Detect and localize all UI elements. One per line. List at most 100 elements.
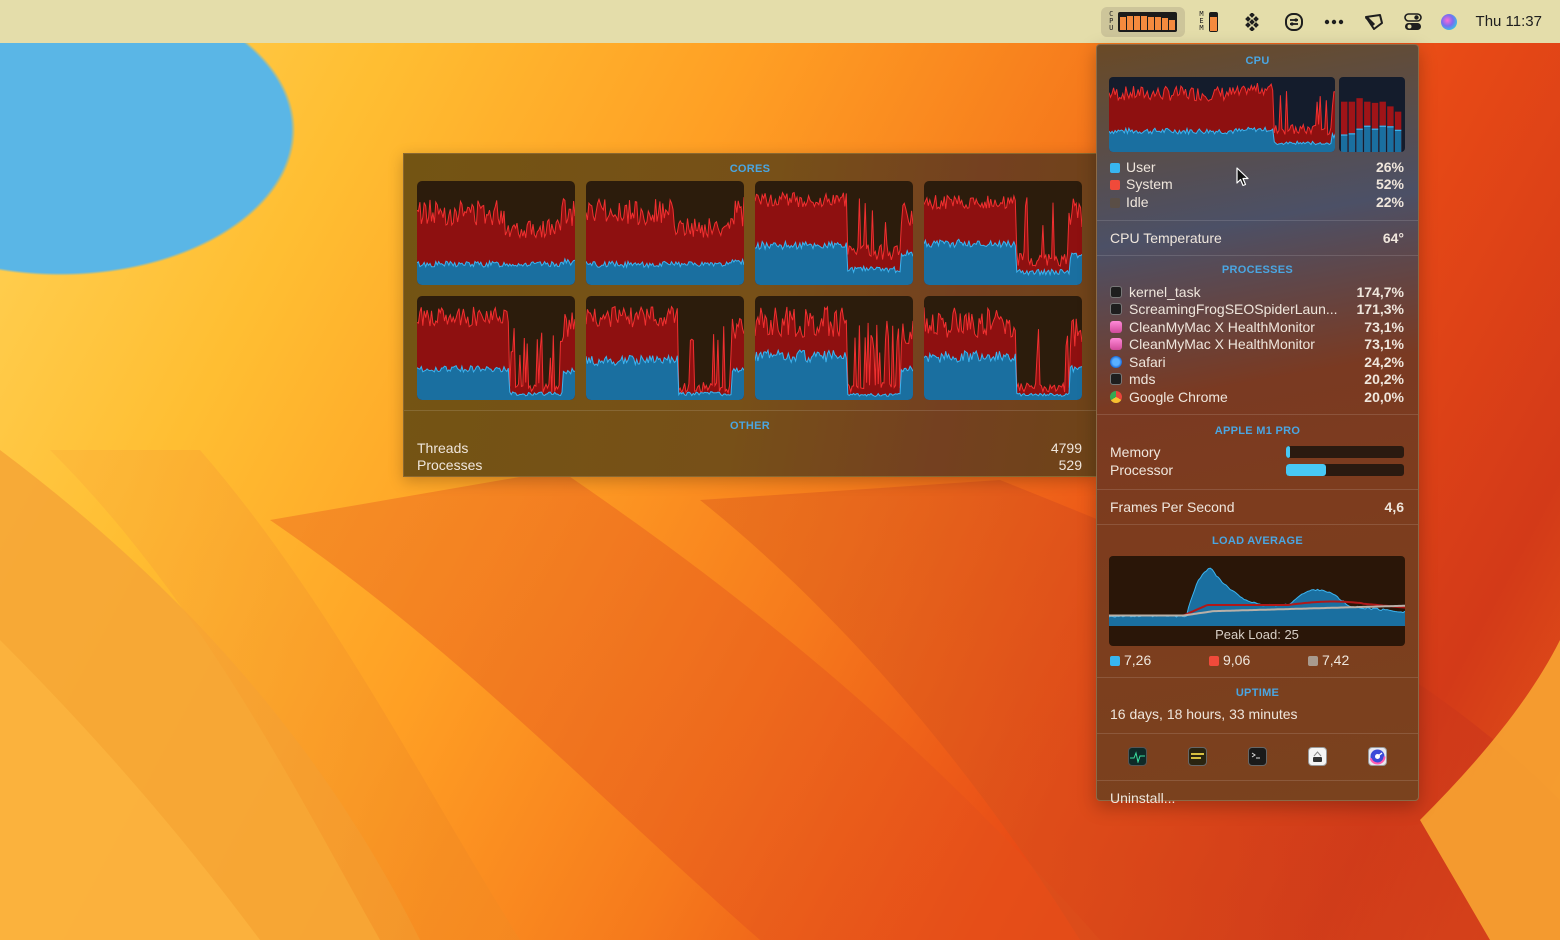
uptime-section-title: UPTIME xyxy=(1235,686,1280,699)
load-5min-swatch xyxy=(1209,655,1219,666)
core-bar-user xyxy=(1364,125,1371,152)
process-cpu-value: 171,3% xyxy=(1356,301,1404,318)
load-1min-value: 7,26 xyxy=(1124,651,1152,668)
processes-row: Processes 529 xyxy=(404,457,1096,475)
cpu-graphs xyxy=(1097,77,1418,152)
cpu-label-u: U xyxy=(1109,24,1114,32)
siri-button[interactable] xyxy=(1440,8,1458,36)
load-1min-swatch xyxy=(1110,655,1120,666)
uptime-value: 16 days, 18 hours, 33 minutes xyxy=(1110,705,1298,722)
core-bar-user-top xyxy=(1364,125,1371,127)
cleanmymac-icon xyxy=(1110,338,1122,351)
cpu-core-meter-bar xyxy=(1120,16,1127,30)
load-5min-value: 9,06 xyxy=(1223,651,1251,668)
core-bar-user-top xyxy=(1379,125,1387,127)
memory-menu-extra[interactable]: M E M xyxy=(1199,8,1218,36)
core-chart-svg xyxy=(924,306,1082,400)
core-chart-2 xyxy=(586,181,744,285)
core-bar-user-top xyxy=(1372,128,1379,130)
mem-label: M E M xyxy=(1199,11,1203,32)
activity-monitor-icon xyxy=(1129,750,1145,763)
tap-icon xyxy=(1364,13,1383,30)
gpu-processor-row: Processor xyxy=(1097,461,1418,479)
process-name-wrap: CleanMyMac X HealthMonitor xyxy=(1110,336,1315,352)
process-name-wrap: kernel_task xyxy=(1110,284,1201,300)
cpu-core-meter-bar xyxy=(1127,16,1134,30)
gpu-memory-bar xyxy=(1286,446,1404,459)
core-chart-8 xyxy=(924,296,1082,400)
cpu-temperature-label: CPU Temperature xyxy=(1110,230,1222,246)
process-row[interactable]: Safari 24,2% xyxy=(1097,353,1418,371)
cpu-core-meter-bar xyxy=(1141,16,1148,30)
core-chart-svg xyxy=(417,306,575,400)
console-button[interactable] xyxy=(1187,747,1207,766)
fps-label: Frames Per Second xyxy=(1110,498,1235,515)
cpu-section-title: CPU xyxy=(1245,55,1270,67)
cores-window: CORES OTHER Threads 4799 Processes 529 xyxy=(403,153,1097,477)
cpu-core-meter-bar xyxy=(1134,15,1141,30)
dropbox-menu-extra[interactable] xyxy=(1244,8,1260,36)
more-menu-extra[interactable] xyxy=(1324,8,1344,36)
cpu-core-bars xyxy=(1339,77,1405,152)
terminal-button[interactable] xyxy=(1247,747,1267,766)
process-row[interactable]: Google Chrome 20,0% xyxy=(1097,388,1418,406)
core-chart-4 xyxy=(924,181,1082,285)
process-row[interactable]: CleanMyMac X HealthMonitor 73,1% xyxy=(1097,336,1418,354)
cpu-legend: User 26% System 52% Idle 22% xyxy=(1097,152,1418,220)
load-15min: 7,42 xyxy=(1308,652,1349,677)
load-average-svg xyxy=(1109,567,1405,626)
load-1min-area xyxy=(1109,567,1405,626)
terminal-icon xyxy=(1110,285,1122,298)
core-chart-svg xyxy=(755,305,913,400)
other-stats: Threads 4799 Processes 529 xyxy=(404,439,1096,474)
gpu-stats: Memory Processor xyxy=(1097,444,1418,479)
process-name: Safari xyxy=(1129,353,1166,370)
istat-button[interactable] xyxy=(1368,747,1388,766)
menu-bar-clock[interactable]: Thu 11:37 xyxy=(1476,13,1542,30)
process-name-wrap: mds xyxy=(1110,371,1155,387)
memory-meter-icon xyxy=(1208,11,1218,32)
process-cpu-value: 73,1% xyxy=(1364,318,1404,335)
activity-monitor-button[interactable] xyxy=(1127,747,1147,766)
core-bar-user xyxy=(1395,129,1402,152)
core-chart-5 xyxy=(417,296,575,400)
tap-menu-extra[interactable] xyxy=(1364,8,1384,36)
process-cpu-value: 73,1% xyxy=(1364,336,1404,353)
mem-label-m2: M xyxy=(1199,24,1204,32)
load-average-section-title: LOAD AVERAGE xyxy=(1212,534,1303,547)
process-row[interactable]: ScreamingFrogSEOSpiderLaun... 171,3% xyxy=(1097,301,1418,319)
terminal-icon xyxy=(1251,752,1260,758)
cpu-core-meter-bar xyxy=(1148,16,1155,30)
console-icon xyxy=(1190,752,1204,759)
gpu-bar-fill xyxy=(1286,446,1290,459)
control-menu-extra[interactable] xyxy=(1284,8,1304,36)
legend-user: User 26% xyxy=(1097,158,1418,176)
legend-idle-label-wrap: Idle xyxy=(1110,194,1149,210)
legend-user-label-wrap: User xyxy=(1110,159,1156,175)
processes-label: Processes xyxy=(417,457,483,474)
terminal-icon xyxy=(1110,303,1122,316)
cpu-core-meter-bar xyxy=(1155,17,1162,30)
cpu-history-svg xyxy=(1109,82,1336,152)
process-row[interactable]: mds 20,2% xyxy=(1097,371,1418,389)
control-center-button[interactable] xyxy=(1403,8,1422,36)
idle-swatch xyxy=(1110,197,1120,208)
processes-value: 529 xyxy=(1058,457,1082,474)
process-row[interactable]: kernel_task 174,7% xyxy=(1097,283,1418,301)
process-name: ScreamingFrogSEOSpiderLaun... xyxy=(1129,301,1338,318)
process-cpu-value: 20,0% xyxy=(1364,388,1404,405)
load-average-values: 7,26 9,06 7,42 xyxy=(1097,646,1418,677)
core-chart-1 xyxy=(417,181,575,285)
load-average-graph: Peak Load: 25 xyxy=(1109,555,1405,646)
legend-system-label: System xyxy=(1126,176,1173,193)
cpu-menu-extra[interactable]: C P U xyxy=(1101,6,1186,37)
load-1min: 7,26 xyxy=(1110,652,1209,677)
core-chart-7 xyxy=(755,296,913,400)
core-chart-6 xyxy=(586,296,744,400)
cpu-temperature-row: CPU Temperature 64° xyxy=(1097,221,1418,255)
uninstall-menu-item[interactable]: Uninstall... xyxy=(1097,781,1418,811)
system-information-button[interactable] xyxy=(1308,747,1328,766)
process-row[interactable]: CleanMyMac X HealthMonitor 73,1% xyxy=(1097,318,1418,336)
legend-system: System 52% xyxy=(1097,176,1418,194)
